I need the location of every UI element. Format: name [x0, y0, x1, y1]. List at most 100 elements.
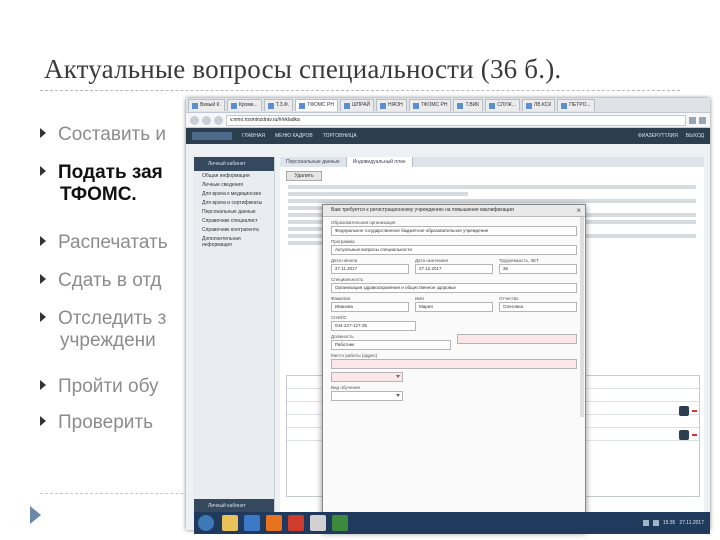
field-label: Дата начала — [331, 258, 358, 263]
bullet-arrow-icon — [40, 415, 46, 426]
sidebar-item[interactable]: Дополнительная информация — [194, 234, 274, 249]
program-field[interactable]: Актуальные вопросы специальности — [331, 245, 577, 255]
middle-name-field[interactable]: Олеговна — [499, 302, 577, 312]
first-name-field[interactable]: Мария — [415, 302, 493, 312]
menu-icon[interactable] — [699, 116, 706, 124]
browser-tab[interactable]: Т.ВИК — [453, 99, 484, 111]
taskbar: 15:35 27.11.2017 — [194, 512, 710, 534]
browser-tab[interactable]: Т.З.Ф. — [263, 99, 294, 111]
opera-icon[interactable] — [288, 515, 304, 531]
sidebar-item[interactable]: Справочник специалист — [194, 216, 274, 225]
tab-favicon-icon — [230, 102, 237, 109]
field-label: Специальность — [331, 277, 364, 282]
sidebar-item[interactable]: Личные сведения — [194, 180, 274, 189]
bullet-arrow-icon — [40, 235, 46, 246]
tab-favicon-icon — [412, 102, 419, 109]
browser-tab[interactable]: СЛУЖ... — [485, 99, 520, 111]
logout-link[interactable]: ВЫХОД — [686, 133, 704, 139]
bullet-item: Составить и — [40, 124, 166, 146]
position-extra-field[interactable] — [457, 334, 577, 344]
bullet-item: Проверить — [40, 412, 153, 434]
sidebar-item[interactable]: Справочник контрагента — [194, 225, 274, 234]
header-right: ФИАЗЕРУТТЛИЯ ВЫХОД — [638, 133, 704, 139]
back-icon[interactable] — [190, 115, 199, 125]
field-label: Отчество — [499, 296, 519, 301]
header-menu-trade[interactable]: ТОРГОВНИЦА — [323, 133, 357, 139]
field-label: Программа — [331, 239, 355, 244]
bullet-item: Подать зая ТФОМС. — [40, 162, 163, 206]
reload-icon[interactable] — [214, 115, 223, 125]
start-icon[interactable] — [198, 515, 214, 531]
org-field[interactable]: Федеральное государственное бюджетное об… — [331, 226, 577, 236]
browser-tab[interactable]: ТФОМС РН — [408, 99, 452, 111]
volume-icon[interactable] — [652, 520, 659, 526]
field-label: Трудоемкость, ЗЕТ — [499, 258, 539, 263]
header-menu-home[interactable]: ГЛАВНАЯ — [242, 133, 265, 139]
bullet-item: Сдать в отд — [40, 270, 162, 292]
tab-favicon-icon — [457, 102, 464, 109]
field-label: Фамилия — [331, 296, 351, 301]
bullet-item: Распечатать — [40, 232, 168, 254]
tab-favicon-icon — [489, 102, 496, 109]
media-icon[interactable] — [244, 515, 260, 531]
bullet-arrow-icon — [40, 273, 46, 284]
last-name-field[interactable]: Иванова — [331, 302, 409, 312]
snils-field[interactable]: 044-227-127-35 — [331, 321, 416, 331]
sidebar-footer[interactable]: Личный кабинет — [194, 499, 274, 513]
browser-tabs: Bевый К. Кроме... Т.З.Ф. ТФОМС РН ШПРАЙ … — [186, 98, 710, 113]
header-user[interactable]: ФИАЗЕРУТТЛИЯ — [638, 133, 678, 139]
network-icon[interactable] — [642, 520, 649, 526]
bullet-item: Пройти обу — [40, 376, 159, 398]
specialty-field[interactable]: Организация здравоохранения и общественн… — [331, 283, 577, 293]
clock-time: 15:35 — [662, 520, 676, 526]
remove-icon[interactable] — [692, 434, 697, 436]
modal-header: Вам требуется к регистрационному учрежде… — [323, 205, 585, 217]
bullet-arrow-icon — [40, 311, 46, 322]
workplace-select[interactable] — [331, 372, 403, 382]
start-date-field[interactable]: 27.11.2017 — [331, 264, 409, 274]
field-label: Место работы (адрес) — [331, 353, 378, 358]
sidebar-item[interactable]: Персональные данные — [194, 207, 274, 216]
firefox-icon[interactable] — [266, 515, 282, 531]
sidebar-item[interactable]: Для врача к медицинских — [194, 189, 274, 198]
system-tray: 15:35 27.11.2017 — [642, 520, 710, 526]
sidebar: Личный кабинет Общая информация Личные с… — [194, 157, 275, 513]
tab-favicon-icon — [380, 102, 387, 109]
tab-favicon-icon — [267, 102, 274, 109]
browser-tab[interactable]: ЛВ.КСК — [521, 99, 556, 111]
forward-icon[interactable] — [202, 115, 211, 125]
modal-title: Вам требуется к регистрационному учрежде… — [331, 207, 514, 213]
hours-field[interactable]: 36 — [499, 264, 577, 274]
browser-tab[interactable]: Bевый К. — [188, 99, 225, 111]
folder-icon[interactable] — [222, 515, 238, 531]
remove-icon[interactable] — [692, 410, 697, 412]
delete-button[interactable]: Удалить — [286, 171, 322, 181]
sidebar-item[interactable]: Для врача и сертификаты — [194, 198, 274, 207]
close-icon[interactable]: × — [576, 206, 581, 215]
field-label: Должность — [331, 334, 354, 339]
sidebar-item[interactable]: Общая информация — [194, 171, 274, 180]
training-type-select[interactable] — [331, 391, 403, 401]
end-date-field[interactable]: 27.12.2017 — [415, 264, 493, 274]
edit-icon[interactable] — [679, 430, 689, 440]
tab-favicon-icon — [343, 102, 350, 109]
modal-scrollbar[interactable] — [580, 217, 584, 417]
field-label: Образовательная организация — [331, 220, 396, 225]
url-input[interactable]: v.nmo.rosminzdrav.ru/#/vkladka — [226, 114, 686, 126]
bookmark-icon[interactable] — [689, 116, 696, 124]
browser-tab[interactable]: ШПРАЙ — [339, 99, 375, 111]
browser-tab-active[interactable]: ТФОМС РН — [295, 99, 338, 111]
edit-icon[interactable] — [679, 406, 689, 416]
slide-nav-arrow-icon[interactable] — [30, 506, 41, 524]
browser-tab[interactable]: Кроме... — [226, 99, 262, 111]
position-field[interactable]: Работник — [331, 340, 451, 350]
tab-favicon-icon — [192, 102, 198, 109]
header-menu-staff[interactable]: МЕНЮ КАДРОВ — [275, 133, 313, 139]
browser-tab[interactable]: ПЕТРО... — [557, 99, 595, 111]
yandex-icon[interactable] — [310, 515, 326, 531]
chrome-icon[interactable] — [332, 515, 348, 531]
tab-plan[interactable]: Индивидуальный план — [346, 157, 413, 167]
workplace-field[interactable] — [331, 359, 577, 369]
browser-tab[interactable]: НЯОН — [376, 99, 407, 111]
tab-personal[interactable]: Персональные данные — [280, 157, 347, 167]
